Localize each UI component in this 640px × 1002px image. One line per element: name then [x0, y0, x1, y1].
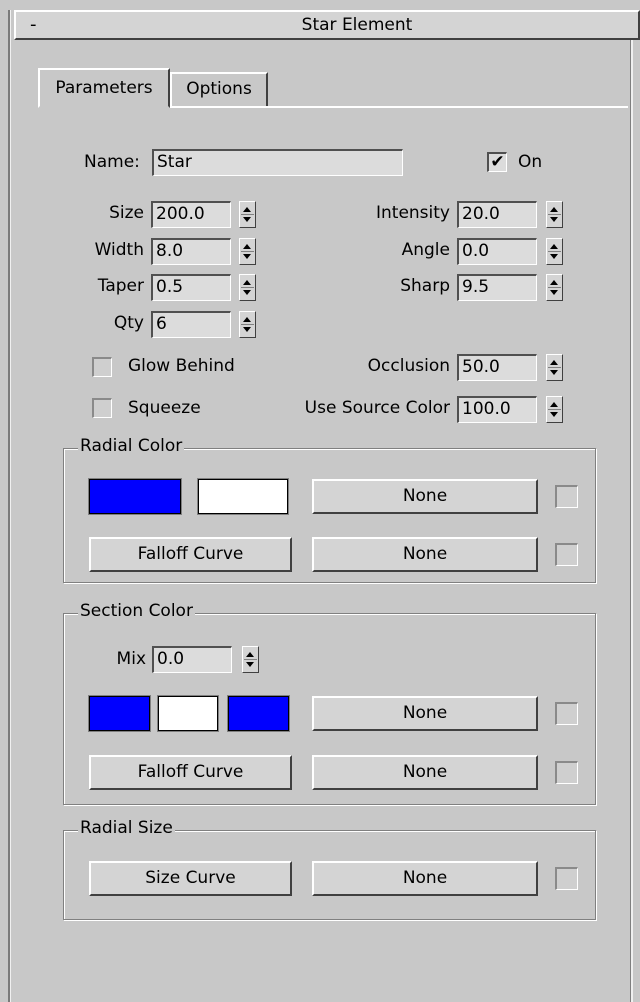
section-color-swatch-1[interactable] [88, 695, 151, 732]
occlusion-spinner[interactable] [546, 354, 563, 381]
spinner-up-icon[interactable] [550, 360, 558, 365]
spinner-down-icon[interactable] [550, 217, 558, 222]
name-label: Name: [84, 152, 140, 172]
size-field[interactable]: 200.0 [151, 201, 231, 228]
spinner-up-icon[interactable] [243, 317, 251, 322]
section-falloff-map-button[interactable]: None [312, 755, 538, 790]
radial-falloff-map-button[interactable]: None [312, 537, 538, 572]
width-spinner[interactable] [239, 238, 256, 265]
spinner-up-icon[interactable] [246, 652, 254, 657]
section-color-swatch-3[interactable] [227, 695, 290, 732]
use-source-color-field[interactable]: 100.0 [457, 396, 537, 423]
on-label: On [518, 152, 543, 172]
radial-color-map-checkbox[interactable] [555, 485, 578, 508]
spinner-up-icon[interactable] [550, 244, 558, 249]
radial-color-swatch-2[interactable] [197, 478, 289, 515]
sharp-spinner[interactable] [546, 274, 563, 301]
radial-falloff-curve-button[interactable]: Falloff Curve [89, 537, 292, 572]
section-falloff-map-checkbox[interactable] [555, 761, 578, 784]
radial-size-map-checkbox[interactable] [555, 867, 578, 890]
spinner-down-icon[interactable] [243, 254, 251, 259]
section-color-title: Section Color [78, 601, 195, 621]
mix-field[interactable]: 0.0 [152, 646, 232, 673]
on-checkbox[interactable]: ✔ [487, 152, 507, 172]
angle-spinner[interactable] [546, 238, 563, 265]
glow-behind-checkbox[interactable] [92, 357, 112, 377]
squeeze-label: Squeeze [128, 398, 201, 418]
sharp-label: Sharp [400, 276, 450, 296]
radial-color-map-button[interactable]: None [312, 479, 538, 514]
spinner-up-icon[interactable] [550, 402, 558, 407]
qty-field[interactable]: 6 [151, 311, 231, 338]
size-label: Size [109, 203, 144, 223]
rollout-frame-right [630, 40, 633, 1002]
section-color-swatch-2[interactable] [157, 695, 219, 732]
rollout-title: Star Element [301, 15, 413, 35]
section-color-map-button[interactable]: None [312, 696, 538, 731]
tab-parameters-label: Parameters [55, 78, 153, 98]
section-color-map-checkbox[interactable] [555, 702, 578, 725]
rollout-frame-left [8, 10, 11, 1002]
size-curve-button[interactable]: Size Curve [89, 861, 292, 896]
qty-spinner[interactable] [239, 311, 256, 338]
mix-label: Mix [116, 649, 146, 669]
section-falloff-curve-button[interactable]: Falloff Curve [89, 755, 292, 790]
tab-options[interactable]: Options [170, 72, 268, 106]
tab-options-label: Options [186, 79, 252, 99]
spinner-down-icon[interactable] [550, 254, 558, 259]
radial-color-swatch-1[interactable] [88, 478, 182, 515]
radial-size-map-button[interactable]: None [312, 861, 538, 896]
use-source-color-label: Use Source Color [304, 398, 450, 418]
intensity-label: Intensity [376, 203, 450, 223]
spinner-down-icon[interactable] [550, 290, 558, 295]
spinner-down-icon[interactable] [246, 662, 254, 667]
radial-falloff-map-checkbox[interactable] [555, 543, 578, 566]
occlusion-field[interactable]: 50.0 [457, 354, 537, 381]
spinner-up-icon[interactable] [550, 280, 558, 285]
sharp-field[interactable]: 9.5 [457, 274, 537, 301]
radial-size-title: Radial Size [78, 818, 175, 838]
use-source-color-spinner[interactable] [546, 396, 563, 423]
size-spinner[interactable] [239, 201, 256, 228]
width-field[interactable]: 8.0 [151, 238, 231, 265]
spinner-down-icon[interactable] [550, 370, 558, 375]
taper-field[interactable]: 0.5 [151, 274, 231, 301]
taper-label: Taper [97, 276, 144, 296]
spinner-up-icon[interactable] [243, 244, 251, 249]
rollout-header-star-element[interactable]: - Star Element [14, 10, 640, 40]
spinner-up-icon[interactable] [243, 207, 251, 212]
angle-label: Angle [401, 240, 450, 260]
qty-label: Qty [113, 313, 144, 333]
radial-color-title: Radial Color [78, 436, 185, 456]
intensity-spinner[interactable] [546, 201, 563, 228]
glow-behind-label: Glow Behind [128, 356, 235, 376]
occlusion-label: Occlusion [367, 356, 450, 376]
spinner-up-icon[interactable] [243, 280, 251, 285]
tab-parameters[interactable]: Parameters [38, 68, 170, 108]
mix-spinner[interactable] [242, 646, 259, 673]
spinner-down-icon[interactable] [243, 217, 251, 222]
name-field[interactable]: Star [152, 149, 403, 176]
width-label: Width [94, 240, 144, 260]
squeeze-checkbox[interactable] [92, 398, 112, 418]
intensity-field[interactable]: 20.0 [457, 201, 537, 228]
spinner-down-icon[interactable] [550, 412, 558, 417]
spinner-down-icon[interactable] [243, 327, 251, 332]
spinner-up-icon[interactable] [550, 207, 558, 212]
angle-field[interactable]: 0.0 [457, 238, 537, 265]
spinner-down-icon[interactable] [243, 290, 251, 295]
taper-spinner[interactable] [239, 274, 256, 301]
